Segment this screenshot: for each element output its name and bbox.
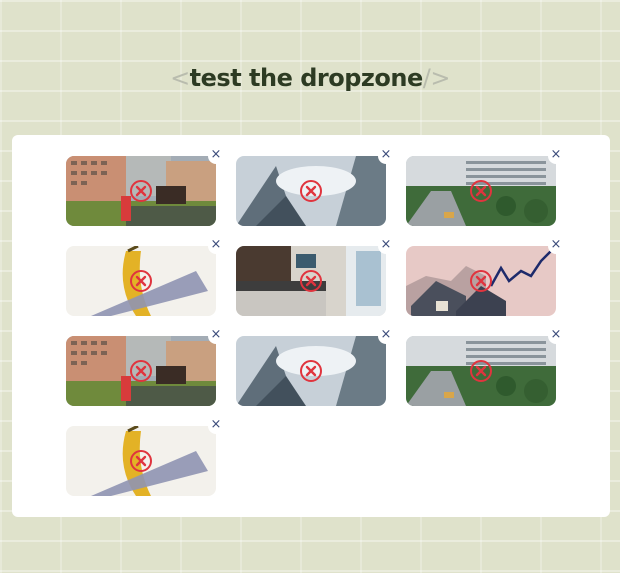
remove-file-button[interactable]: × [378, 328, 394, 344]
remove-file-circle-icon [130, 270, 152, 292]
remove-file-circle-icon [300, 360, 322, 382]
remove-file-button[interactable]: × [208, 328, 224, 344]
file-preview-6[interactable] [406, 246, 556, 316]
file-preview-5[interactable] [236, 246, 386, 316]
page-title: <test the dropzone/> [0, 64, 620, 92]
remove-file-button[interactable]: × [378, 148, 394, 164]
remove-file-circle-icon [470, 270, 492, 292]
title-close-bracket: /> [422, 64, 451, 92]
remove-file-circle-icon [470, 180, 492, 202]
title-text: test the dropzone [189, 64, 424, 92]
remove-file-button[interactable]: × [208, 238, 224, 254]
file-preview-8[interactable] [236, 336, 386, 406]
file-preview-1[interactable] [66, 156, 216, 226]
remove-file-circle-icon [300, 180, 322, 202]
remove-file-button[interactable]: × [548, 328, 564, 344]
remove-file-button[interactable]: × [378, 238, 394, 254]
title-open-bracket: < [170, 64, 190, 92]
remove-file-button[interactable]: × [548, 238, 564, 254]
remove-file-circle-icon [130, 360, 152, 382]
remove-file-circle-icon [130, 450, 152, 472]
file-preview-2[interactable] [236, 156, 386, 226]
file-preview-7[interactable] [66, 336, 216, 406]
remove-file-circle-icon [300, 270, 322, 292]
file-preview-3[interactable] [406, 156, 556, 226]
remove-file-button[interactable]: × [548, 148, 564, 164]
remove-file-circle-icon [130, 180, 152, 202]
remove-file-button[interactable]: × [208, 148, 224, 164]
file-preview-4[interactable] [66, 246, 216, 316]
file-preview-9[interactable] [406, 336, 556, 406]
remove-file-button[interactable]: × [208, 418, 224, 434]
file-preview-10[interactable] [66, 426, 216, 496]
remove-file-circle-icon [470, 360, 492, 382]
